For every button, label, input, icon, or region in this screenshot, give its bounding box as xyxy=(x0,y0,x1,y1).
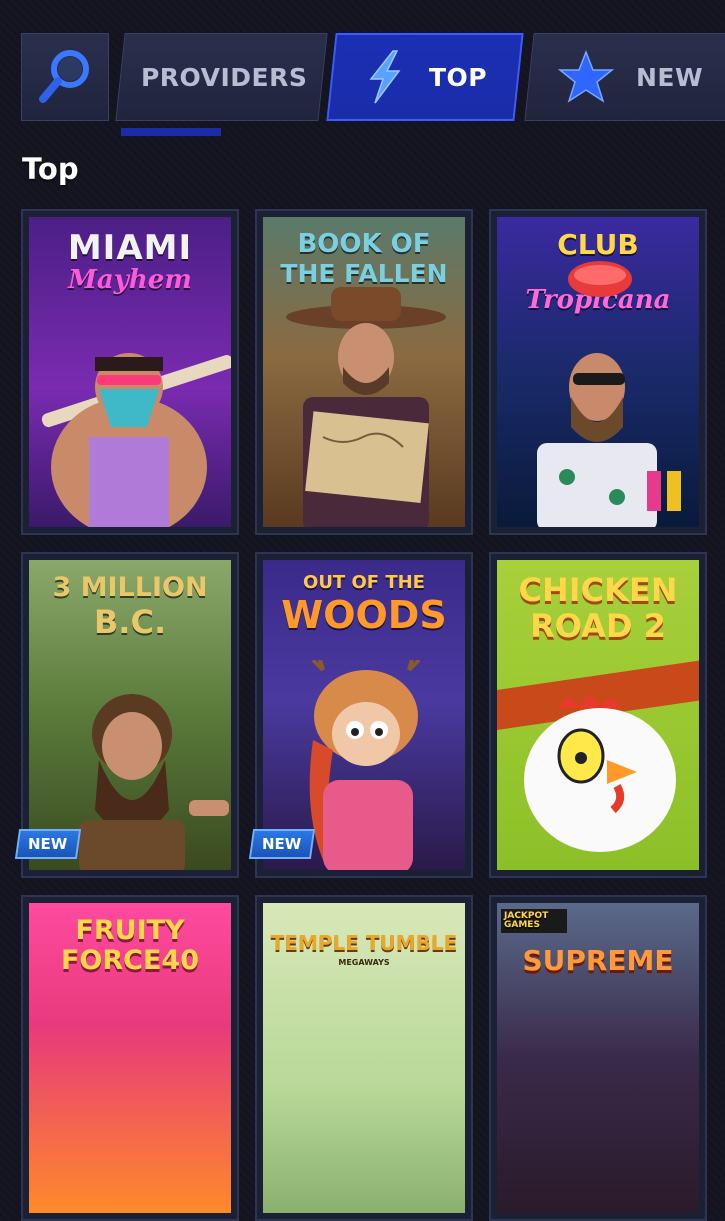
game-thumbnail: FRUITY FORCE40 xyxy=(29,903,231,1213)
game-title-line2: MEGAWAYS xyxy=(338,958,390,967)
tab-providers-label: PROVIDERS xyxy=(141,62,308,92)
game-title-line1: TEMPLE TUMBLE xyxy=(270,931,458,955)
search-button[interactable] xyxy=(21,33,109,121)
game-card-supreme[interactable]: JACKPOT GAMES SUPREME xyxy=(489,895,707,1221)
game-title-line1: MIAMI xyxy=(67,228,193,268)
game-card-club-tropicana[interactable]: CLUB Tropicana xyxy=(489,209,707,535)
tab-top[interactable]: TOP xyxy=(326,33,524,121)
game-title-line1: BOOK OF xyxy=(297,229,431,259)
character-illustration xyxy=(286,287,446,527)
game-title-line2: WOODS xyxy=(281,593,447,637)
tab-top-label: TOP xyxy=(429,62,488,92)
new-badge: NEW xyxy=(248,829,316,859)
game-thumbnail: MIAMI Mayhem xyxy=(29,217,231,527)
game-thumbnail: TEMPLE TUMBLE MEGAWAYS xyxy=(263,903,465,1213)
character-illustration xyxy=(41,353,231,527)
game-card-book-of-the-fallen[interactable]: BOOK OF THE FALLEN xyxy=(255,209,473,535)
game-title-line2: FORCE40 xyxy=(60,945,200,976)
game-thumbnail: CLUB Tropicana xyxy=(497,217,699,527)
lightning-icon xyxy=(369,50,401,104)
game-title-line1: CHICKEN xyxy=(518,571,678,609)
game-title-line1: FRUITY xyxy=(75,915,185,946)
game-title-line2: Mayhem xyxy=(68,265,192,295)
game-thumbnail: CHICKEN ROAD 2 xyxy=(497,560,699,870)
star-icon xyxy=(558,50,614,103)
game-card-temple-tumble[interactable]: TEMPLE TUMBLE MEGAWAYS xyxy=(255,895,473,1221)
game-title-line1: JACKPOT GAMES xyxy=(501,909,567,933)
new-badge-label: NEW xyxy=(28,835,68,853)
game-title-line2: SUPREME xyxy=(522,944,674,977)
section-title: Top xyxy=(22,152,79,186)
search-icon xyxy=(39,50,89,103)
game-card-fruity-force-40[interactable]: FRUITY FORCE40 xyxy=(21,895,239,1221)
game-title-line1: OUT OF THE xyxy=(303,572,425,593)
character-illustration xyxy=(537,261,681,527)
game-card-chicken-road-2[interactable]: CHICKEN ROAD 2 xyxy=(489,552,707,878)
game-card-miami-mayhem[interactable]: MIAMI Mayhem xyxy=(21,209,239,535)
character-illustration xyxy=(497,660,699,852)
category-tabs: PROVIDERS TOP NEW xyxy=(21,33,725,121)
game-title-line2: B.C. xyxy=(93,603,167,641)
game-title-line1: 3 MILLION xyxy=(52,572,208,603)
tab-new-label: NEW xyxy=(636,62,704,92)
game-thumbnail: JACKPOT GAMES SUPREME xyxy=(497,903,699,1213)
tab-new[interactable]: NEW xyxy=(524,33,725,121)
tab-providers[interactable]: PROVIDERS xyxy=(115,33,328,121)
game-title-line2: ROAD 2 xyxy=(530,607,666,645)
game-thumbnail: 3 MILLION B.C. xyxy=(29,560,231,870)
game-thumbnail: OUT OF THE WOODS xyxy=(263,560,465,870)
new-badge-label: NEW xyxy=(262,835,302,853)
game-thumbnail: BOOK OF THE FALLEN xyxy=(263,217,465,527)
game-title-line2: THE FALLEN xyxy=(280,259,448,288)
active-tab-indicator xyxy=(121,128,221,136)
new-badge: NEW xyxy=(14,829,82,859)
